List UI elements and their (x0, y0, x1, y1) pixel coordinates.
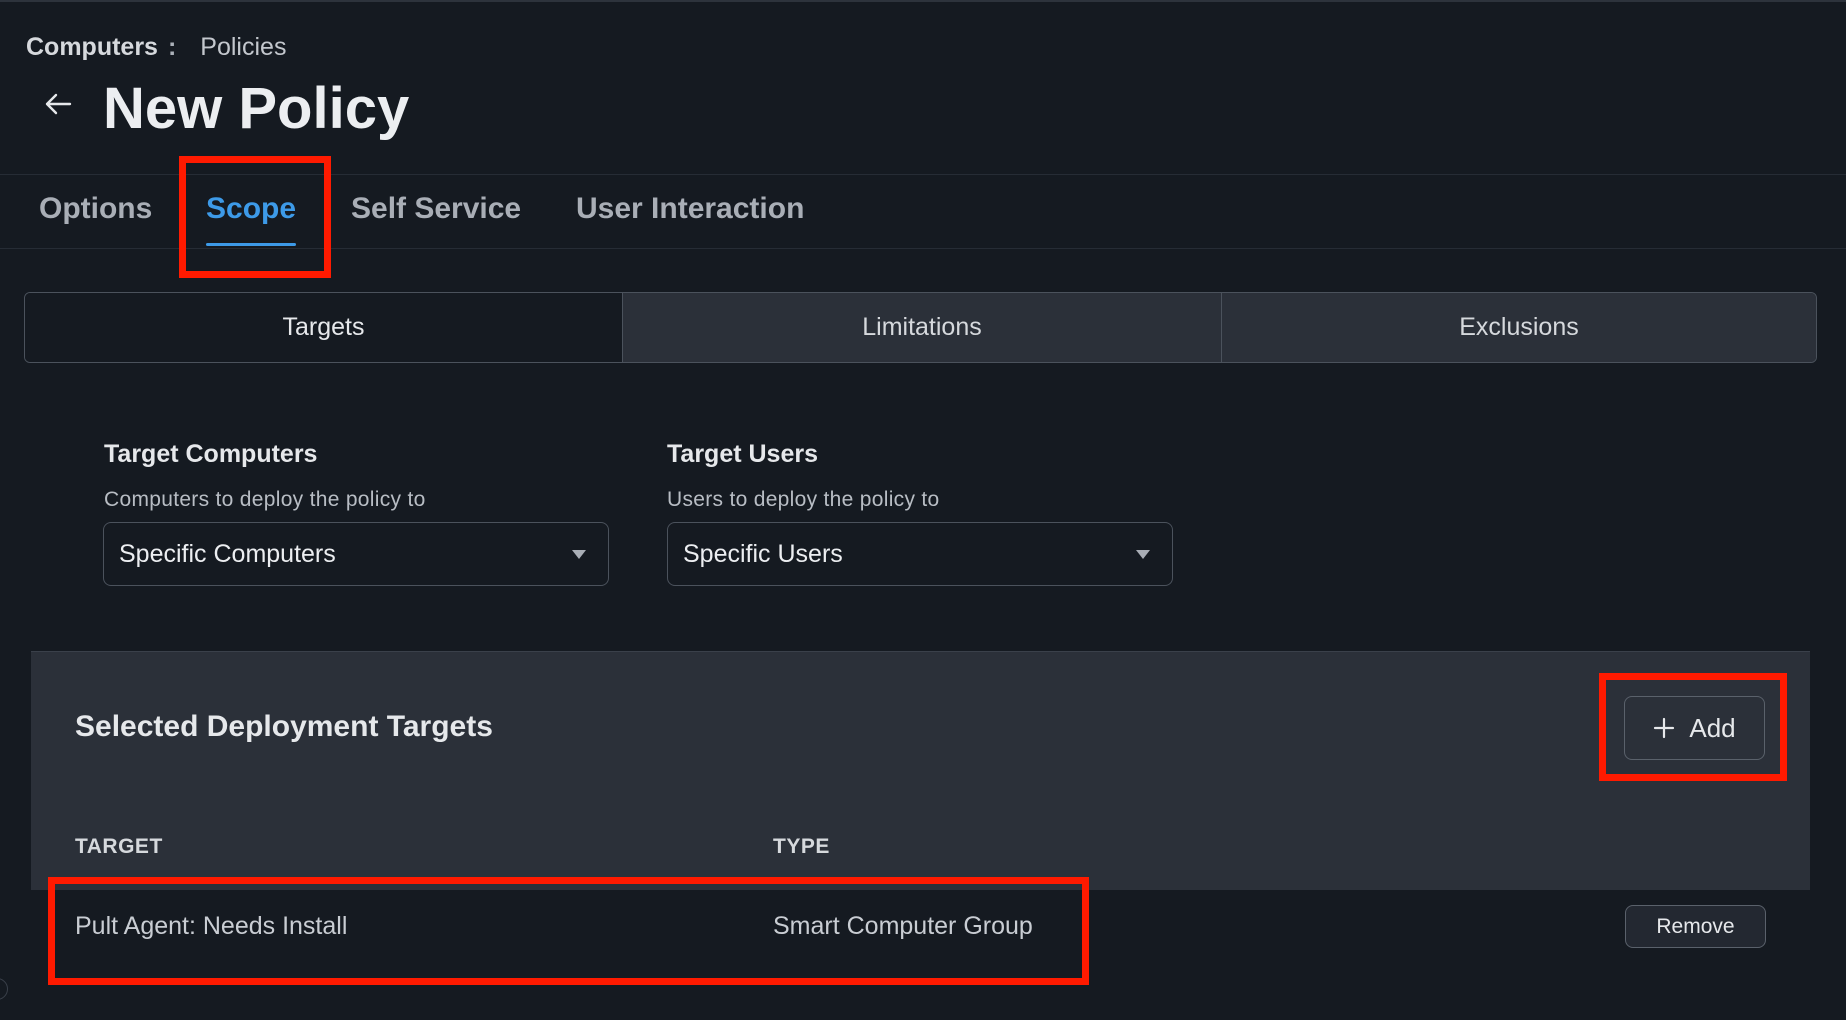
segment-exclusions[interactable]: Exclusions (1221, 293, 1816, 362)
header-divider (0, 174, 1846, 175)
tab-options[interactable]: Options (39, 176, 152, 248)
breadcrumb: Computers : Policies (26, 33, 286, 62)
plus-icon (1654, 717, 1675, 739)
target-users-help: Users to deploy the policy to (667, 488, 940, 511)
add-target-button[interactable]: Add (1624, 696, 1765, 760)
table-row: Pult Agent: Needs Install Smart Computer… (31, 890, 1810, 962)
window-top-edge (0, 0, 1846, 2)
tabs-divider (0, 248, 1846, 249)
breadcrumb-policies[interactable]: Policies (200, 33, 286, 62)
tab-options-label: Options (39, 192, 153, 225)
target-users-value: Specific Users (683, 539, 843, 568)
add-button-label: Add (1689, 712, 1736, 743)
deployment-targets-panel: Selected Deployment Targets Add TARGET T… (31, 651, 1810, 891)
tab-scope-label: Scope (206, 192, 297, 225)
segment-exclusions-label: Exclusions (1459, 313, 1579, 341)
caret-down-icon (572, 550, 586, 559)
tab-scope[interactable]: Scope (206, 176, 297, 248)
policy-tabs: Options Scope Self Service User Interact… (0, 176, 1846, 248)
breadcrumb-separator: : (167, 33, 177, 61)
remove-button[interactable]: Remove (1625, 905, 1766, 948)
tab-self-service[interactable]: Self Service (351, 176, 521, 248)
corner-indicator (0, 978, 8, 1000)
row-target: Pult Agent: Needs Install (75, 912, 348, 940)
tab-user-interaction[interactable]: User Interaction (576, 176, 804, 248)
tab-self-service-label: Self Service (351, 192, 522, 225)
back-button[interactable] (38, 84, 78, 124)
target-computers-label: Target Computers (104, 440, 318, 468)
scope-segmented-control: Targets Limitations Exclusions (24, 292, 1817, 363)
segment-targets[interactable]: Targets (25, 293, 622, 362)
arrow-left-icon (45, 93, 72, 115)
segment-targets-label: Targets (282, 313, 365, 341)
target-users-label: Target Users (667, 440, 818, 468)
target-computers-select[interactable]: Specific Computers (103, 522, 609, 586)
remove-button-label: Remove (1656, 914, 1735, 938)
target-users-select[interactable]: Specific Users (667, 522, 1173, 586)
active-tab-indicator (206, 243, 297, 246)
target-computers-help: Computers to deploy the policy to (104, 488, 426, 511)
column-header-type: TYPE (773, 835, 830, 858)
segment-limitations-label: Limitations (862, 313, 982, 341)
caret-down-icon (1136, 550, 1150, 559)
row-type: Smart Computer Group (773, 912, 1033, 940)
page-title: New Policy (103, 76, 410, 141)
tab-user-interaction-label: User Interaction (576, 192, 805, 225)
target-computers-value: Specific Computers (119, 539, 336, 568)
column-header-target: TARGET (75, 835, 163, 858)
deployment-targets-title: Selected Deployment Targets (75, 710, 493, 743)
breadcrumb-computers[interactable]: Computers (26, 33, 158, 62)
segment-limitations[interactable]: Limitations (622, 293, 1221, 362)
